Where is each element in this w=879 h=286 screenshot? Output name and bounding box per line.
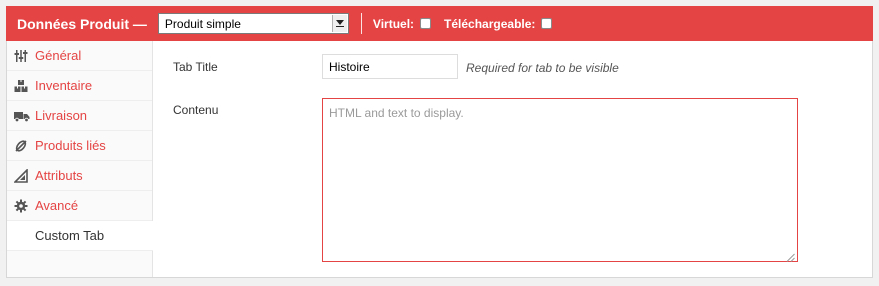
tab-label: Livraison (35, 108, 88, 123)
product-type-select[interactable]: Produit simple (157, 13, 349, 34)
tab-label: Avancé (35, 198, 79, 213)
tab-label: Inventaire (35, 78, 93, 93)
product-data-header: Données Produit — Produit simple Virtuel… (6, 6, 873, 41)
link-icon (14, 139, 28, 153)
resize-handle-icon[interactable] (786, 250, 795, 262)
tab-label: Custom Tab (35, 228, 105, 243)
ruler-icon (13, 167, 28, 183)
content-textarea[interactable]: HTML and text to display. (322, 98, 798, 262)
boxes-icon (14, 79, 28, 93)
tab-general[interactable]: Général (7, 41, 152, 71)
content-placeholder: HTML and text to display. (329, 106, 464, 120)
panel-title: Données Produit — (17, 15, 147, 32)
tab-label: Attributs (35, 168, 83, 183)
chevron-down-icon[interactable] (331, 15, 347, 32)
tab-title-label: Tab Title (173, 60, 218, 74)
tab-advanced[interactable]: Avancé (7, 191, 152, 221)
virtual-checkbox[interactable] (420, 18, 432, 29)
product-data-tabs: Général Inventaire Livraison Produits li… (7, 41, 153, 277)
tab-attributes[interactable]: Attributs (7, 161, 152, 191)
sliders-icon (14, 49, 28, 63)
gear-icon (14, 199, 28, 213)
virtual-label: Virtuel: (372, 16, 415, 31)
downloadable-label: Téléchargeable: (444, 16, 536, 31)
tab-inventory[interactable]: Inventaire (7, 71, 152, 101)
header-divider (360, 13, 362, 34)
product-type-selected-value: Produit simple (164, 17, 241, 31)
content-label: Contenu (173, 103, 219, 117)
tab-shipping[interactable]: Livraison (7, 101, 152, 131)
tab-title-hint: Required for tab to be visible (466, 61, 619, 75)
product-data-panel: Données Produit — Produit simple Virtuel… (6, 6, 873, 278)
downloadable-checkbox[interactable] (541, 18, 553, 29)
tab-title-input[interactable]: Histoire (322, 54, 458, 79)
tab-linked-products[interactable]: Produits liés (7, 131, 152, 161)
tab-custom-tab[interactable]: Custom Tab (7, 221, 153, 251)
tab-label: Général (35, 48, 82, 63)
truck-icon (14, 109, 30, 123)
tab-label: Produits liés (35, 138, 106, 153)
